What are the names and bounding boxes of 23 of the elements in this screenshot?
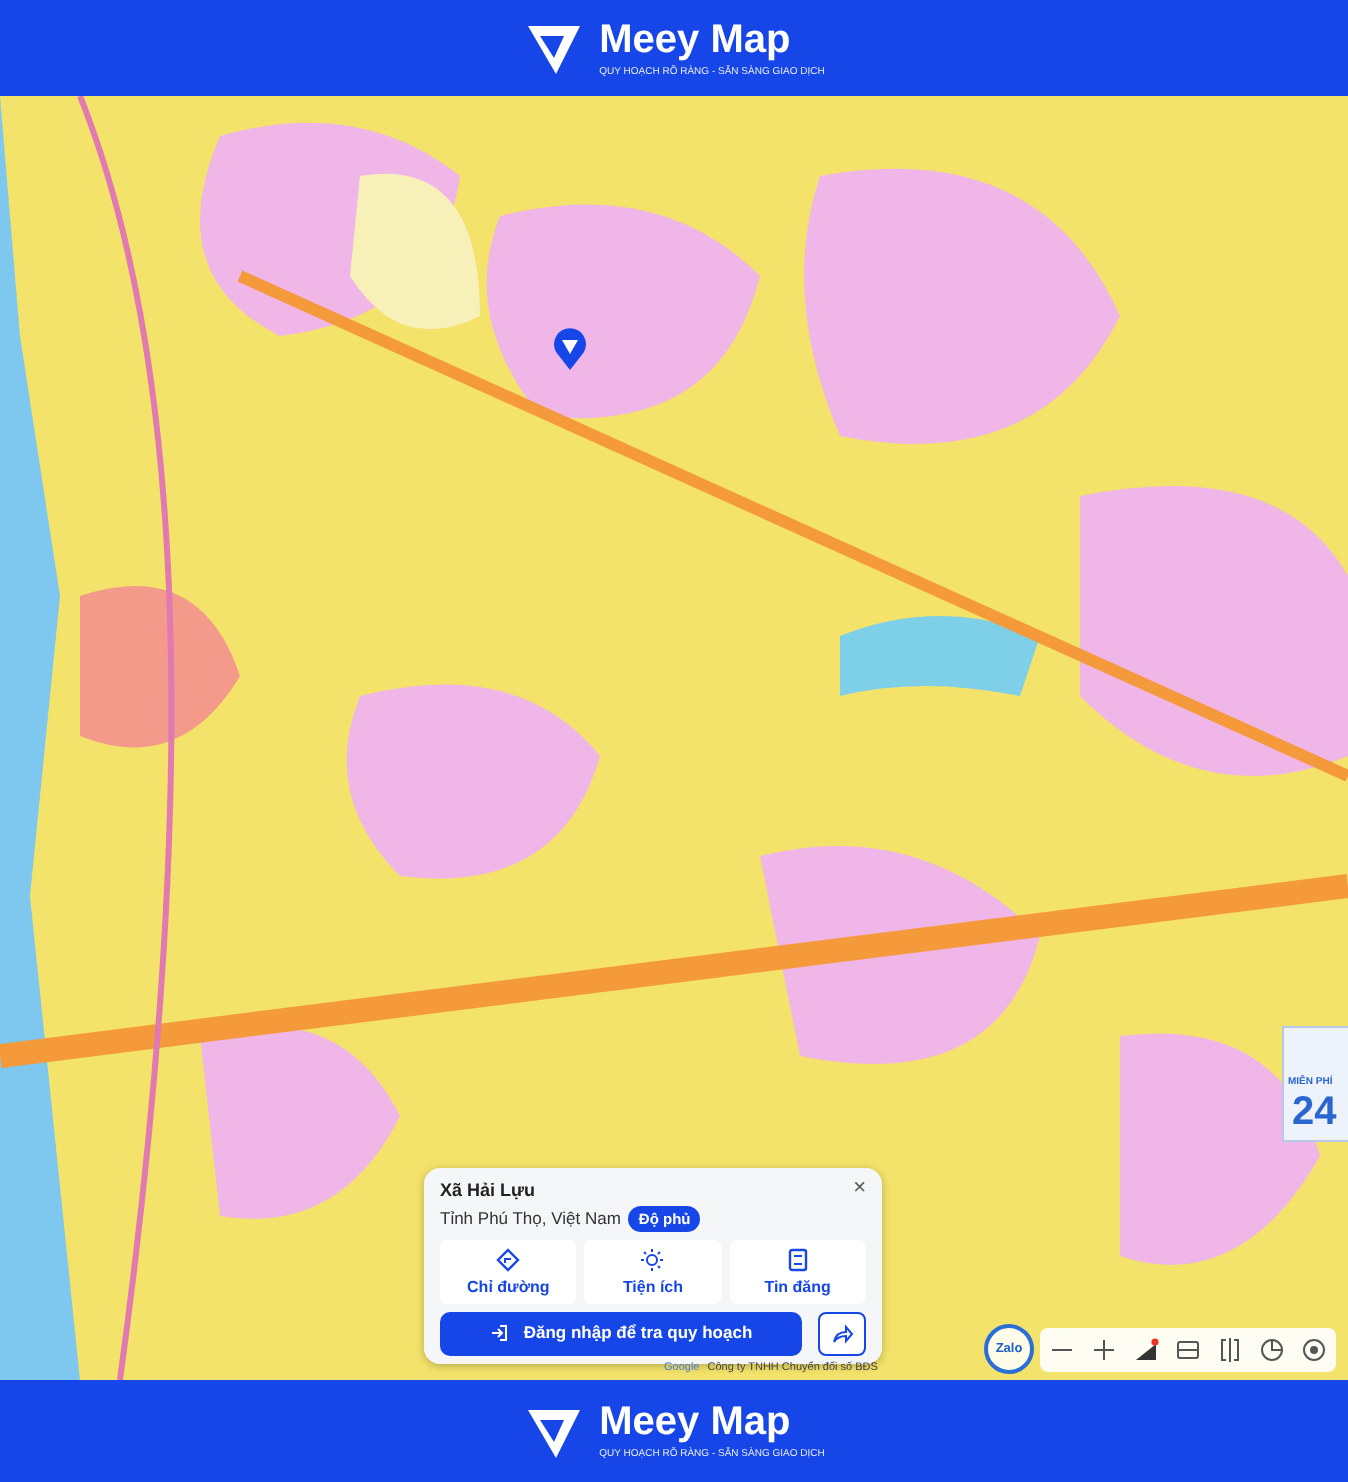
brand-name: Meey Map — [599, 19, 793, 59]
locate-tool-icon[interactable] — [1300, 1336, 1329, 1364]
amenities-icon — [640, 1247, 665, 1272]
action-button[interactable]: Chỉ đường — [440, 1239, 577, 1304]
action-button[interactable]: Tiện ích — [584, 1239, 722, 1304]
draw-tool-icon[interactable] — [1131, 1336, 1160, 1364]
login-icon — [489, 1324, 508, 1343]
location-subtitle: Tỉnh Phú Thọ, Việt Nam — [440, 1205, 621, 1231]
brand-name: Meey Map — [599, 1402, 793, 1442]
location-pin-icon — [552, 324, 588, 372]
layers-tool-icon[interactable] — [1258, 1336, 1287, 1364]
compare-tool-icon[interactable] — [1216, 1336, 1245, 1364]
listings-icon — [785, 1247, 810, 1272]
login-button[interactable]: Đăng nhập để tra quy hoạch — [440, 1311, 802, 1356]
plus-tool-icon[interactable] — [1089, 1336, 1118, 1364]
split-tool-icon[interactable] — [1173, 1336, 1202, 1364]
close-button[interactable]: × — [853, 1178, 866, 1200]
ad-number: 24 — [1290, 1091, 1339, 1131]
location-title: Xã Hải Lựu — [440, 1178, 536, 1204]
share-icon — [831, 1323, 853, 1344]
share-button[interactable] — [818, 1311, 866, 1356]
directions-icon — [496, 1247, 521, 1272]
action-button[interactable]: Tin đăng — [729, 1239, 866, 1304]
